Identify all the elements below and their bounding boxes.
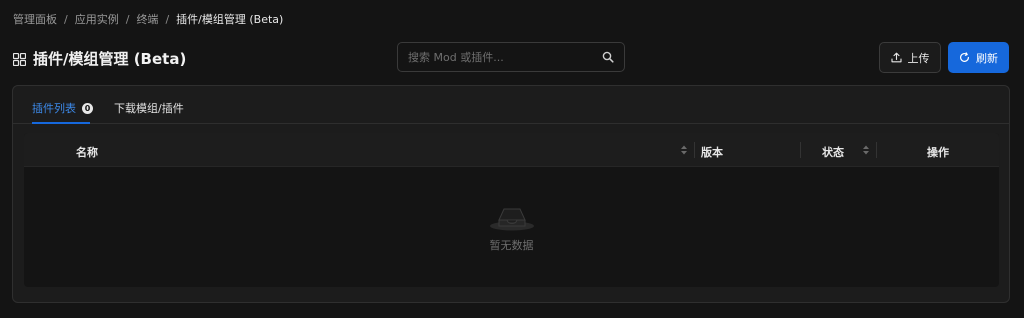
upload-button[interactable]: 上传 [879, 42, 941, 73]
column-divider [694, 142, 695, 158]
breadcrumb-item-terminal[interactable]: 终端 [136, 11, 158, 27]
page-title: 插件/模组管理 (Beta) [33, 50, 187, 68]
search-input[interactable] [408, 50, 602, 64]
sort-icon[interactable] [680, 144, 688, 156]
breadcrumb-item-dashboard[interactable]: 管理面板 [13, 11, 57, 27]
page-header: 插件/模组管理 (Beta) [12, 48, 187, 69]
grid-icon [12, 52, 27, 67]
tab-plugin-list[interactable]: 插件列表 0 [32, 100, 93, 116]
tab-download-mods[interactable]: 下载模组/插件 [114, 100, 184, 116]
empty-inbox-icon [489, 208, 534, 231]
breadcrumb-separator: / [64, 12, 68, 26]
column-header-name[interactable]: 名称 [76, 144, 98, 160]
search-box[interactable] [397, 42, 625, 72]
column-header-version: 版本 [701, 146, 723, 159]
upload-icon [890, 52, 902, 63]
upload-button-label: 上传 [907, 51, 930, 65]
refresh-button-label: 刷新 [976, 51, 998, 65]
empty-state-text: 暂无数据 [489, 239, 534, 252]
breadcrumb-separator: / [125, 12, 130, 26]
column-divider [800, 142, 801, 158]
tab-bar: 插件列表 0 下载模组/插件 [13, 86, 1009, 124]
column-header-status[interactable]: 状态 [822, 144, 844, 160]
search-icon[interactable] [602, 51, 614, 63]
column-divider [876, 142, 877, 158]
active-tab-indicator [32, 122, 90, 124]
breadcrumb-item-instances[interactable]: 应用实例 [75, 11, 119, 27]
breadcrumb-separator: / [165, 12, 170, 26]
breadcrumb: 管理面板 / 应用实例 / 终端 / 插件/模组管理 (Beta) [13, 11, 283, 27]
refresh-button[interactable]: 刷新 [948, 42, 1009, 73]
plugin-table: 名称 版本 状态 操作 暂无数据 [24, 133, 999, 287]
tab-label: 下载模组/插件 [114, 102, 184, 115]
tab-count-badge: 0 [82, 102, 93, 114]
breadcrumb-item-current: 插件/模组管理 (Beta) [176, 13, 284, 26]
table-header: 名称 版本 状态 操作 [24, 133, 999, 167]
sort-icon[interactable] [862, 144, 870, 156]
column-header-actions: 操作 [927, 146, 949, 159]
empty-state: 暂无数据 [24, 167, 999, 287]
tab-label: 插件列表 [32, 102, 76, 115]
plugin-card: 插件列表 0 下载模组/插件 名称 版本 状态 操作 暂无数据 [12, 85, 1010, 303]
refresh-icon [960, 52, 969, 62]
